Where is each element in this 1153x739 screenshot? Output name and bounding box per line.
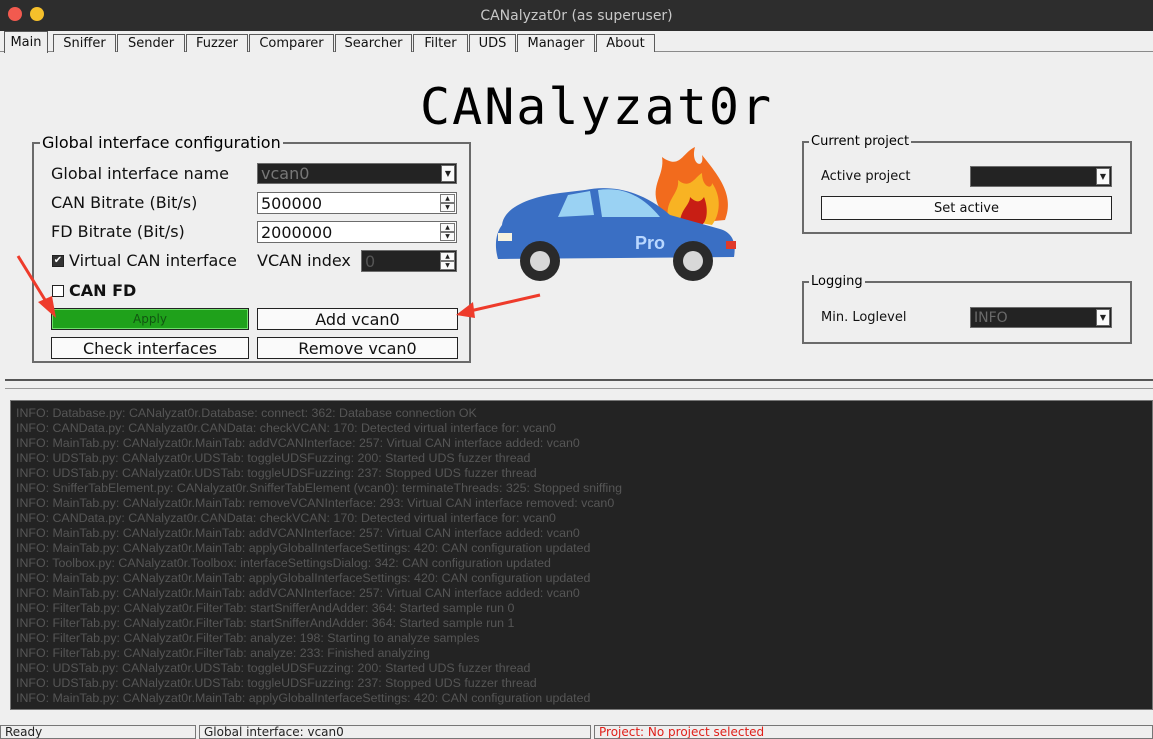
min-loglevel-value: INFO bbox=[974, 309, 1008, 326]
log-line: INFO: CANData.py: CANalyzat0r.CANData: c… bbox=[16, 421, 556, 435]
log-line: INFO: MainTab.py: CANalyzat0r.MainTab: a… bbox=[16, 586, 580, 600]
car-badge-text: Pro bbox=[635, 233, 665, 253]
log-line: INFO: MainTab.py: CANalyzat0r.MainTab: a… bbox=[16, 541, 591, 555]
log-line: INFO: MainTab.py: CANalyzat0r.MainTab: a… bbox=[16, 571, 591, 585]
set-active-button[interactable]: Set active bbox=[821, 196, 1112, 220]
current-project-group: Current project bbox=[802, 134, 1132, 234]
annotation-arrow-icon bbox=[456, 293, 541, 318]
log-line: INFO: MainTab.py: CANalyzat0r.MainTab: a… bbox=[16, 526, 580, 540]
chevron-down-icon: ▼ bbox=[1096, 309, 1110, 326]
log-line: INFO: Toolbox.py: CANalyzat0r.Toolbox: i… bbox=[16, 556, 551, 570]
chevron-down-icon: ▼ bbox=[1096, 168, 1110, 185]
current-project-title: Current project bbox=[809, 134, 912, 149]
log-line: INFO: FilterTab.py: CANalyzat0r.FilterTa… bbox=[16, 646, 430, 660]
log-line: INFO: SnifferTabElement.py: CANalyzat0r.… bbox=[16, 481, 623, 495]
car-on-fire-image: Pro bbox=[495, 147, 736, 281]
log-line: INFO: UDSTab.py: CANalyzat0r.UDSTab: tog… bbox=[16, 661, 531, 675]
log-line: INFO: Database.py: CANalyzat0r.Database:… bbox=[16, 406, 477, 420]
log-line: INFO: MainTab.py: CANalyzat0r.MainTab: a… bbox=[16, 691, 591, 705]
tab-main[interactable]: Main bbox=[4, 31, 48, 53]
min-loglevel-label: Min. Loglevel bbox=[821, 310, 907, 325]
log-line: INFO: FilterTab.py: CANalyzat0r.FilterTa… bbox=[16, 631, 480, 645]
log-line: INFO: MainTab.py: CANalyzat0r.MainTab: a… bbox=[16, 436, 580, 450]
log-output[interactable]: INFO: Database.py: CANalyzat0r.Database:… bbox=[10, 400, 1153, 710]
logging-title: Logging bbox=[809, 274, 865, 289]
splitter-line bbox=[5, 388, 1153, 389]
splitter-line bbox=[5, 379, 1153, 381]
active-project-label: Active project bbox=[821, 169, 911, 184]
log-line: INFO: MainTab.py: CANalyzat0r.MainTab: r… bbox=[16, 496, 615, 510]
project-status: Project: No project selected bbox=[594, 725, 1153, 739]
log-line: INFO: UDSTab.py: CANalyzat0r.UDSTab: tog… bbox=[16, 466, 537, 480]
global-interface-status: Global interface: vcan0 bbox=[199, 725, 591, 739]
status-text: Ready bbox=[0, 725, 196, 739]
log-line: INFO: FilterTab.py: CANalyzat0r.FilterTa… bbox=[16, 601, 515, 615]
min-loglevel-select[interactable]: INFO ▼ bbox=[970, 307, 1112, 328]
annotation-arrow-icon bbox=[16, 255, 56, 318]
log-line: INFO: CANData.py: CANalyzat0r.CANData: c… bbox=[16, 511, 556, 525]
log-line: INFO: UDSTab.py: CANalyzat0r.UDSTab: tog… bbox=[16, 451, 531, 465]
log-line: INFO: UDSTab.py: CANalyzat0r.UDSTab: tog… bbox=[16, 676, 537, 690]
active-project-select[interactable]: ▼ bbox=[970, 166, 1112, 187]
status-bar: Ready Global interface: vcan0 Project: N… bbox=[0, 725, 1153, 739]
log-line: INFO: FilterTab.py: CANalyzat0r.FilterTa… bbox=[16, 616, 515, 630]
